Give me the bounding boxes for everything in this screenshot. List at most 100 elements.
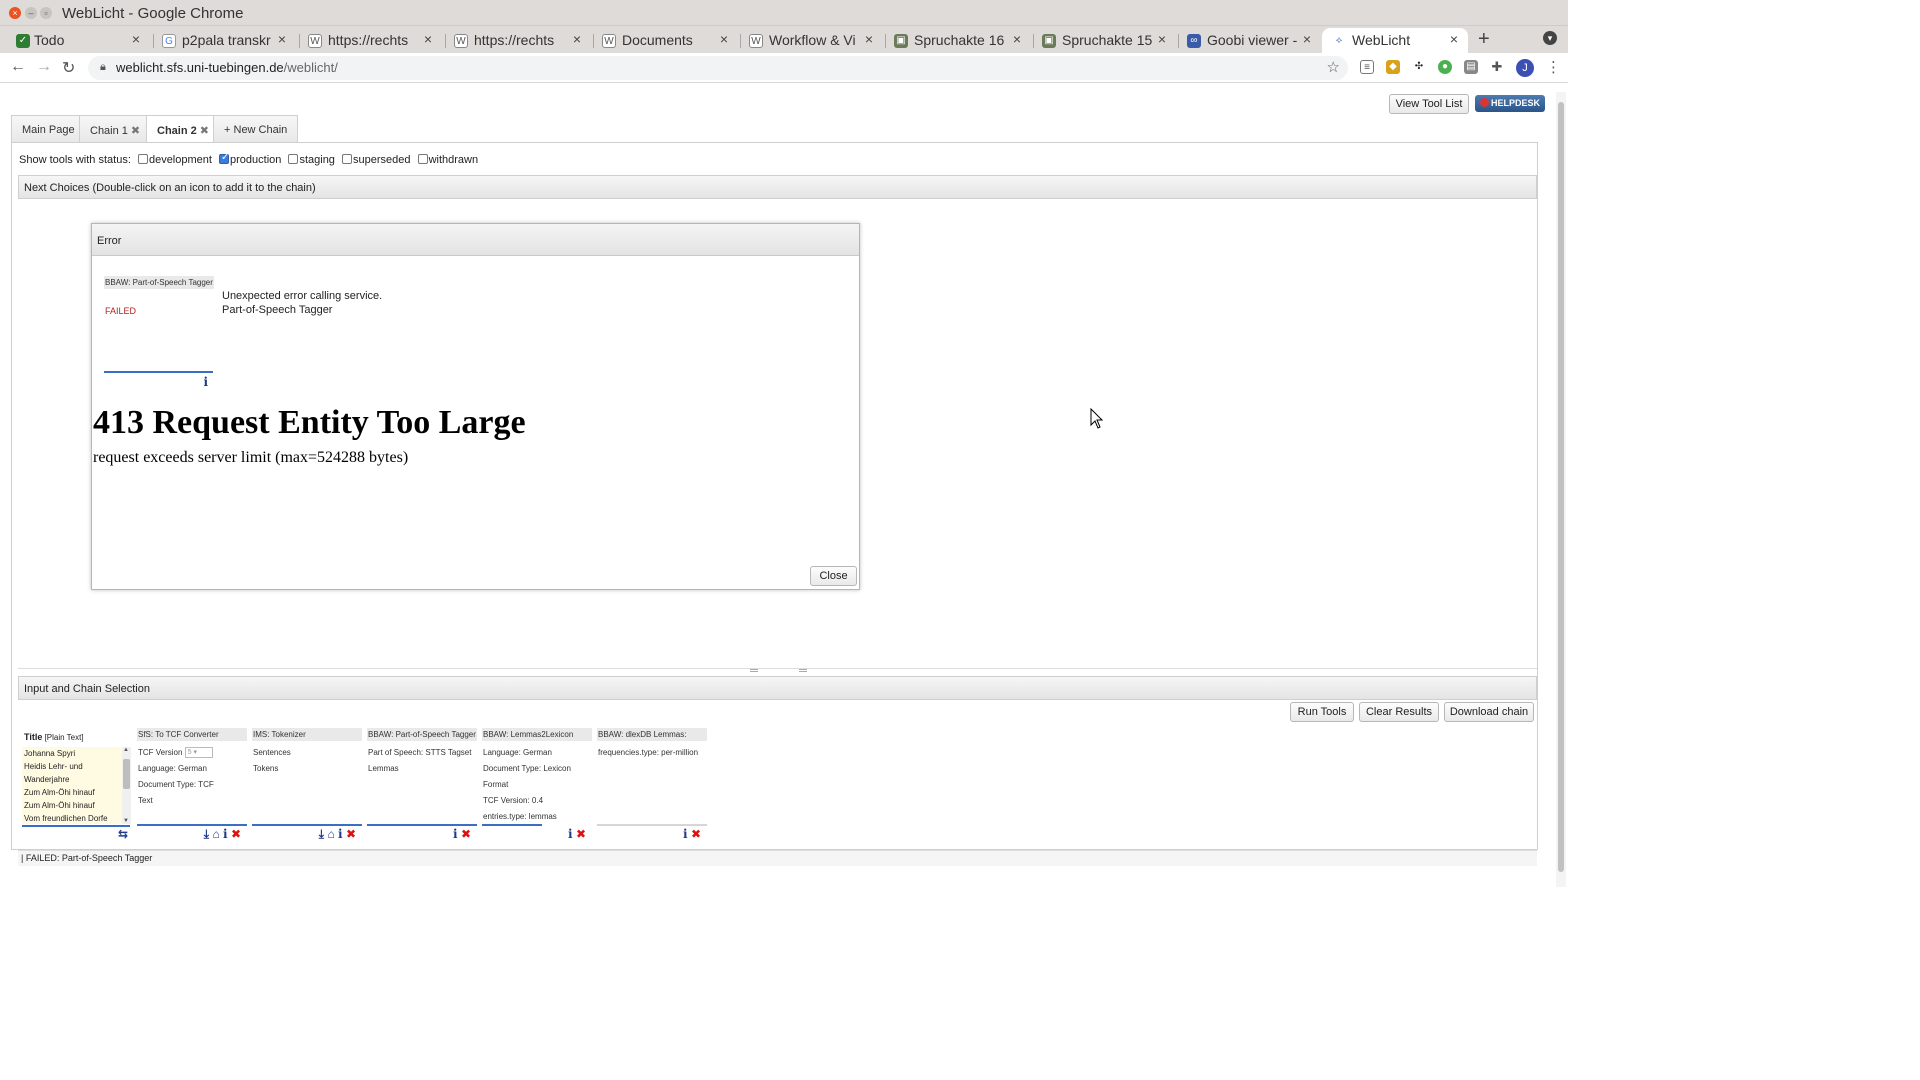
address-bar[interactable]: 🔒︎ weblicht.sfs.uni-tuebingen.de/weblich…: [88, 56, 1348, 80]
tool-failed-status: FAILED: [105, 306, 137, 316]
window-close-icon[interactable]: ×: [9, 7, 21, 19]
close-tab-icon[interactable]: ×: [1013, 31, 1021, 47]
browser-tab-workflow[interactable]: W Workflow & Vi ×: [741, 28, 883, 53]
clear-results-button[interactable]: Clear Results: [1359, 702, 1439, 722]
extension-icon[interactable]: ◆: [1386, 60, 1400, 74]
helpdesk-button[interactable]: HELPDESK: [1475, 95, 1545, 112]
error-dialog: Error BBAW: Part-of-Speech Tagger FAILED…: [91, 223, 860, 590]
browser-tab-rechts-1[interactable]: W https://rechts ×: [300, 28, 442, 53]
checkbox-superseded[interactable]: [342, 154, 352, 164]
info-icon[interactable]: i: [568, 827, 573, 841]
browser-tab-goobi[interactable]: ∞ Goobi viewer - ×: [1179, 28, 1321, 53]
browser-tab-spruchakte-15[interactable]: ▣ Spruchakte 15 ×: [1034, 28, 1176, 53]
tool-card-tcf-converter[interactable]: SfS: To TCF Converter TCF Version 5 ▾ La…: [137, 728, 247, 843]
tcf-version-select[interactable]: 5 ▾: [184, 747, 213, 759]
input-text-area[interactable]: Johanna Spyri Heidis Lehr- und Wanderjah…: [22, 747, 122, 824]
info-icon[interactable]: i: [453, 827, 458, 841]
new-tab-icon[interactable]: +: [1478, 28, 1490, 51]
close-tab-icon[interactable]: ×: [865, 31, 873, 47]
close-tab-icon[interactable]: ×: [1158, 31, 1166, 47]
run-tools-button[interactable]: Run Tools: [1290, 702, 1354, 722]
view-tool-list-button[interactable]: View Tool List: [1389, 94, 1469, 114]
tool-name: BBAW: Part-of-Speech Tagger: [104, 276, 214, 289]
visualize-icon[interactable]: ⌂: [327, 827, 334, 841]
browser-tab-spruchakte-16[interactable]: ▣ Spruchakte 16 ×: [886, 28, 1031, 53]
close-tab-icon[interactable]: ×: [132, 31, 140, 47]
info-icon[interactable]: i: [683, 827, 688, 841]
reload-icon[interactable]: ↻: [62, 58, 75, 78]
browser-tab-strip: ✓ Todo × G p2pala transkr × W https://re…: [0, 26, 1568, 53]
info-icon[interactable]: i: [338, 827, 343, 841]
panel-splitter[interactable]: [18, 668, 1537, 673]
reader-extension-icon[interactable]: ≡: [1360, 60, 1374, 74]
browser-tab-todo[interactable]: ✓ Todo ×: [0, 28, 150, 53]
close-tab-icon[interactable]: ×: [720, 31, 728, 47]
tab-main-page[interactable]: Main Page: [11, 115, 86, 142]
tool-card-tokenizer[interactable]: IMS: Tokenizer Sentences Tokens ⤓ ⌂ i ✖: [252, 728, 362, 843]
info-icon[interactable]: i: [203, 375, 208, 389]
forward-icon[interactable]: →: [36, 58, 52, 76]
address-url[interactable]: weblicht.sfs.uni-tuebingen.de/weblicht/: [116, 60, 338, 75]
bookmark-star-icon[interactable]: ☆: [1327, 58, 1340, 76]
google-icon: G: [162, 34, 176, 48]
browser-tab-label: Workflow & Vi: [769, 32, 856, 48]
window-title: WebLicht - Google Chrome: [62, 5, 244, 22]
tool-card-lemmas2lexicon[interactable]: BBAW: Lemmas2Lexicon Language: German Do…: [482, 728, 592, 843]
browser-tab-label: https://rechts: [474, 32, 555, 48]
browser-tab-rechts-2[interactable]: W https://rechts ×: [446, 28, 591, 53]
checkbox-withdrawn[interactable]: [417, 154, 428, 164]
browser-tab-documents[interactable]: W Documents ×: [594, 28, 738, 53]
delete-icon[interactable]: ✖: [346, 827, 356, 841]
status-filter-label: Show tools with status:: [19, 154, 131, 166]
browser-tab-p2pala[interactable]: G p2pala transkr ×: [154, 28, 296, 53]
swap-icon[interactable]: ⇆: [118, 827, 128, 841]
close-button[interactable]: Close: [810, 566, 857, 586]
failed-tool-card[interactable]: BBAW: Part-of-Speech Tagger FAILED i: [104, 276, 214, 390]
browser-tab-weblicht[interactable]: ⟡ WebLicht ×: [1322, 28, 1468, 53]
extension-icon[interactable]: ●: [1438, 60, 1452, 74]
puzzle-icon[interactable]: ✚: [1490, 60, 1504, 74]
profile-avatar[interactable]: J: [1516, 59, 1534, 77]
tool-name: BBAW: dlexDB Lemmas:: [597, 728, 707, 741]
close-tab-icon[interactable]: ×: [1450, 31, 1458, 47]
download-chain-button[interactable]: Download chain: [1444, 702, 1534, 722]
visualize-icon[interactable]: ⌂: [212, 827, 219, 841]
checkbox-production[interactable]: [219, 152, 229, 164]
input-card-header: Title [Plain Text]: [24, 732, 84, 742]
input-card[interactable]: Title [Plain Text] Johanna Spyri Heidis …: [21, 728, 132, 843]
status-bar: | FAILED: Part-of-Speech Tagger: [18, 850, 1537, 866]
tool-card-pos-tagger[interactable]: BBAW: Part-of-Speech Tagger Part of Spee…: [367, 728, 477, 843]
window-maximize-icon[interactable]: ▫: [40, 7, 52, 19]
info-icon[interactable]: i: [223, 827, 228, 841]
back-icon[interactable]: ←: [10, 58, 26, 76]
tab-search-icon[interactable]: ▾: [1543, 31, 1557, 45]
checkbox-icon: ✓: [16, 34, 30, 48]
extension-icon[interactable]: ▤: [1464, 60, 1478, 74]
more-menu-icon[interactable]: ⋮: [1546, 58, 1561, 76]
close-chain-icon[interactable]: ✖: [131, 125, 140, 137]
close-tab-icon[interactable]: ×: [1303, 31, 1311, 47]
close-tab-icon[interactable]: ×: [278, 31, 286, 47]
close-tab-icon[interactable]: ×: [424, 31, 432, 47]
close-chain-icon[interactable]: ✖: [200, 125, 209, 137]
tab-new-chain[interactable]: + New Chain: [213, 115, 299, 142]
input-scrollbar[interactable]: ▲ ▼: [122, 747, 131, 824]
delete-icon[interactable]: ✖: [691, 827, 701, 841]
delete-icon[interactable]: ✖: [576, 827, 586, 841]
tab-chain-1[interactable]: Chain 1 ✖: [79, 115, 152, 142]
tool-card-dlexdb[interactable]: BBAW: dlexDB Lemmas: frequencies.type: p…: [597, 728, 707, 843]
extension-icon[interactable]: ✣: [1412, 60, 1426, 74]
tab-chain-2[interactable]: Chain 2 ✖: [146, 115, 220, 143]
checkbox-staging[interactable]: [288, 154, 299, 164]
window-minimize-icon[interactable]: –: [25, 7, 37, 19]
delete-icon[interactable]: ✖: [231, 827, 241, 841]
weblicht-icon: ⟡: [1332, 34, 1346, 48]
checkbox-development[interactable]: [137, 154, 148, 164]
browser-tab-label: p2pala transkr: [182, 32, 271, 48]
browser-tab-label: https://rechts: [328, 32, 409, 48]
download-icon[interactable]: ⤓: [319, 827, 324, 841]
delete-icon[interactable]: ✖: [461, 827, 471, 841]
page-scrollbar[interactable]: [1556, 92, 1566, 887]
download-icon[interactable]: ⤓: [204, 827, 209, 841]
close-tab-icon[interactable]: ×: [573, 31, 581, 47]
